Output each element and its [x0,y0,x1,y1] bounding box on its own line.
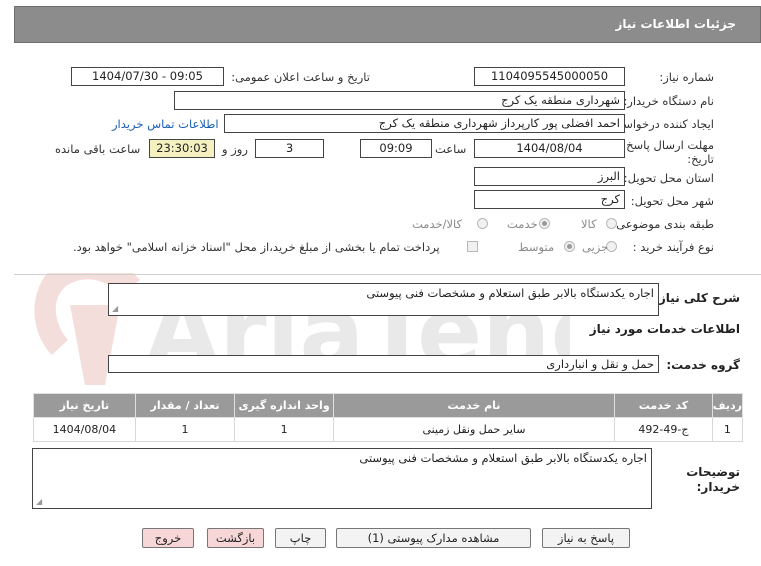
treasury-payment-checkbox[interactable] [467,241,478,252]
services-section-title: اطلاعات خدمات مورد نیاز [589,322,740,336]
deadline-time-field: 09:09 [360,139,432,158]
province-label: استان محل تحویل: [623,171,714,185]
cell-quantity: 1 [134,417,236,442]
remaining-time-label: ساعت باقی مانده [55,142,141,156]
need-number-field: 1104095545000050 [474,67,625,86]
resize-handle-icon[interactable]: ◢ [112,304,118,313]
reply-button[interactable]: پاسخ به نیاز [542,528,630,548]
service-group-label: گروه خدمت: [666,358,740,372]
services-table: ردیف کد خدمت نام خدمت واحد اندازه گیری ت… [33,393,744,442]
requester-field: احمد افضلی پور کارپرداز شهرداری منطقه یک… [224,114,625,133]
col-service-code: کد خدمت [614,393,713,418]
buyer-contact-link[interactable]: اطلاعات تماس خریدار [112,117,219,131]
col-need-date: تاریخ نیاز [33,393,136,418]
page-title: جزئیات اطلاعات نیاز [615,17,736,31]
category-label: طبقه بندی موضوعی: [612,217,714,231]
deadline-time-label: ساعت [435,142,467,156]
col-service-name: نام خدمت [332,393,616,418]
buyer-org-label: نام دستگاه خریدار: [623,94,714,108]
category-goods-service-radio[interactable] [477,218,488,229]
description-label: شرح کلی نیاز: [654,291,740,305]
process-type-label: نوع فرآیند خرید : [632,240,714,254]
col-unit: واحد اندازه گیری [234,393,334,418]
deadline-label: مهلت ارسال پاسخ: تا [611,138,714,152]
cell-row-number: 1 [711,417,744,442]
deadline-date-field: 1404/08/04 [474,139,625,158]
city-field: کرج [474,190,625,209]
buyer-notes-label: توضیحات [686,465,740,479]
description-text: اجاره یکدستگاه بالابر طبق استعلام و مشخص… [366,286,654,300]
service-group-field: حمل و نقل و انبارداری [108,355,659,373]
city-label: شهر محل تحویل: [630,194,714,208]
category-service-radio[interactable] [539,218,550,229]
buyer-notes-label-2: خریدار: [696,480,740,494]
table-header-row: ردیف کد خدمت نام خدمت واحد اندازه گیری ت… [33,393,744,418]
col-quantity: تعداد / مقدار [134,393,236,418]
announce-date-field: 1404/07/30 - 09:05 [71,67,224,86]
table-row[interactable]: 1 ج-49-492 سایر حمل ونقل زمینی 1 1 1404/… [33,417,744,442]
province-field: البرز [474,167,625,186]
page-header: جزئیات اطلاعات نیاز [14,6,761,43]
print-button[interactable]: چاپ [275,528,326,548]
remaining-time-field: 23:30:03 [149,139,215,158]
process-medium-radio[interactable] [564,241,575,252]
cell-need-date: 1404/08/04 [33,417,136,442]
cell-service-code: ج-49-492 [614,417,713,442]
days-label: روز و [222,142,248,156]
section-divider [14,274,761,275]
back-button[interactable]: بازگشت [207,528,264,548]
cell-service-name: سایر حمل ونقل زمینی [332,417,616,442]
buyer-org-field: شهرداری منطقه یک کرج [174,91,625,110]
col-row-number: ردیف [711,393,744,418]
category-goods-radio[interactable] [606,218,617,229]
exit-button[interactable]: خروج [142,528,194,548]
days-remaining-field: 3 [255,139,324,158]
buyer-notes-text: اجاره یکدستگاه بالابر طبق استعلام و مشخص… [359,451,647,465]
category-goods-label: کالا [581,217,597,231]
resize-handle-icon[interactable]: ◢ [36,497,42,506]
category-goods-service-label: کالا/خدمت [412,217,463,231]
view-attachments-button[interactable]: مشاهده مدارک پیوستی (1) [336,528,531,548]
process-minor-label: جزیی [582,240,609,254]
category-service-label: خدمت [507,217,538,231]
treasury-payment-note: پرداخت تمام یا بخشی از مبلغ خرید،از محل … [73,240,440,254]
buyer-notes-field: اجاره یکدستگاه بالابر طبق استعلام و مشخص… [32,448,652,509]
process-medium-label: متوسط [518,240,555,254]
description-field: اجاره یکدستگاه بالابر طبق استعلام و مشخص… [108,283,659,316]
deadline-date-label: تاریخ: [687,152,714,166]
announce-date-label: تاریخ و ساعت اعلان عمومی: [231,70,370,84]
cell-unit: 1 [234,417,334,442]
need-details-panel: شماره نیاز: 1104095545000050 تاریخ و ساع… [14,43,761,273]
need-number-label: شماره نیاز: [659,70,714,84]
